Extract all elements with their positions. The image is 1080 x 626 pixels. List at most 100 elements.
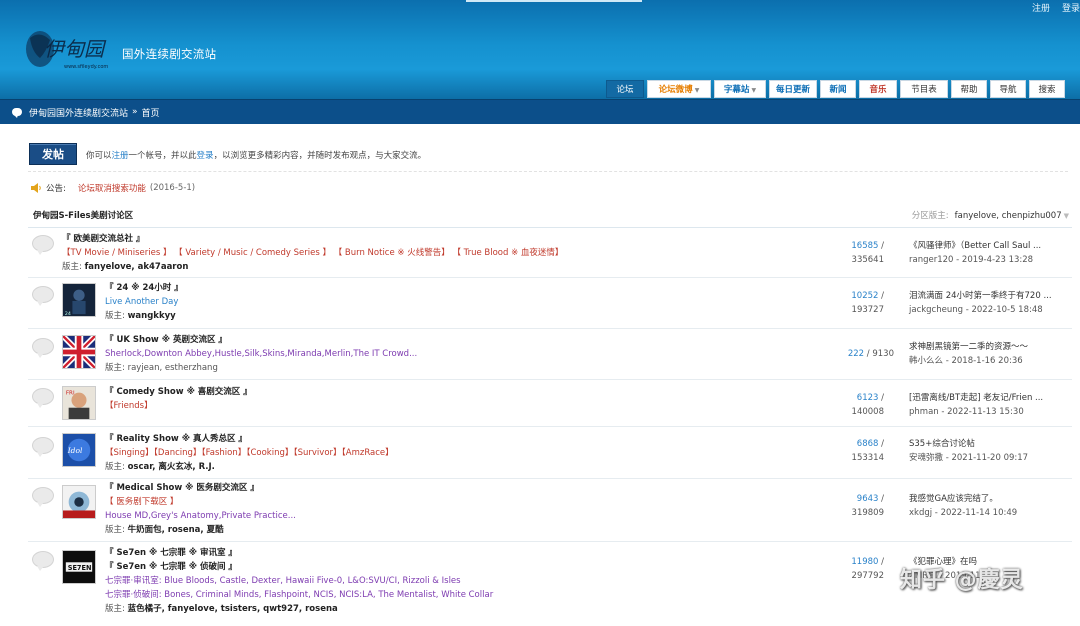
logo-text: 伊甸园 xyxy=(44,37,107,61)
forum-title[interactable]: 『 Comedy Show ※ 喜剧交流区 』 xyxy=(105,385,252,399)
nav-subtitle[interactable]: 字幕站 ▼ xyxy=(714,80,766,98)
chevron-down-icon: ▼ xyxy=(1063,212,1069,220)
forum-thumbnail[interactable] xyxy=(62,335,96,369)
header-top-accent xyxy=(466,0,642,2)
forum-row: 24 『 24 ※ 24小时 』 Live Another Day 版主: wa… xyxy=(28,278,1072,329)
site-header: 注册 登录 伊甸园 www.sfileydy.com 国外连续剧交流站 论坛 论… xyxy=(0,0,1080,99)
forum-last-post[interactable]: 我感觉GA应该完结了。 xkdgj - 2022-11-14 10:49 xyxy=(909,492,1017,520)
forum-last-post[interactable]: 求神剧黑镜第一二季的资源～～ 韩小么么 - 2018-1-16 20:36 xyxy=(909,340,1028,368)
logo-url: www.sfileydy.com xyxy=(64,64,108,70)
forum-title[interactable]: 『 欧美剧交流总社 』 xyxy=(62,232,563,246)
forum-title[interactable]: 『 24 ※ 24小时 』 xyxy=(105,281,183,295)
login-tip: 你可以注册一个帐号，并以此登录，以浏览更多精彩内容，并随时发布观点，与大家交流。 xyxy=(86,151,427,161)
forum-subforums[interactable]: 【 医务剧下载区 】 xyxy=(105,495,296,509)
forum-thumbnail[interactable]: Idol xyxy=(62,433,96,467)
forum-subforums[interactable]: 【TV Movie / Miniseries 】 【 Variety / Mus… xyxy=(62,246,563,260)
register-link-inline[interactable]: 注册 xyxy=(112,151,129,161)
forum-status-icon xyxy=(32,487,54,507)
svg-text:FRI: FRI xyxy=(66,391,75,397)
nav-news[interactable]: 新闻 xyxy=(820,80,856,98)
nav-forum[interactable]: 论坛 xyxy=(606,80,644,98)
forum-stats: 6123 /140008 xyxy=(851,393,884,417)
forum-last-post[interactable]: 泪流满面 24小时第一季终于有720 ... jackgcheung - 2022… xyxy=(909,289,1052,317)
announcement-date: (2016-5-1) xyxy=(149,183,196,193)
forum-row: 『 欧美剧交流总社 』 【TV Movie / Miniseries 】 【 V… xyxy=(28,228,1072,278)
nav-search[interactable]: 搜索 xyxy=(1029,80,1065,98)
forum-stats: 6868 /153314 xyxy=(851,439,884,463)
nav-weibo[interactable]: 论坛微博 ▼ xyxy=(647,80,711,98)
category-name[interactable]: 伊甸园S-Files美剧讨论区 xyxy=(33,209,133,221)
forum-status-icon xyxy=(32,286,54,306)
forum-moderators: 版主: wangkkyy xyxy=(105,311,176,321)
svg-text:24: 24 xyxy=(65,311,71,316)
announcement-title[interactable]: 论坛取消搜索功能 xyxy=(78,182,146,194)
forum-moderators: 版主: 蓝色橘子, fanyelove, tsisters, qwt927, r… xyxy=(105,604,338,614)
forum-title[interactable]: 『 Reality Show ※ 真人秀总区 』 xyxy=(105,432,394,446)
forum-description: 七宗罪·审讯室: Blue Bloods, Castle, Dexter, Ha… xyxy=(105,576,461,586)
forum-thumbnail[interactable]: 24 xyxy=(62,283,96,317)
forum-title[interactable]: 『 UK Show ※ 英剧交流区 』 xyxy=(105,333,417,347)
forum-last-post[interactable]: 《风骚律师》（Better Call Saul ... ranger120 - 2… xyxy=(909,239,1041,267)
breadcrumb-site[interactable]: 伊甸园国外连续剧交流站 xyxy=(29,106,128,119)
breadcrumb: 伊甸园国外连续剧交流站 » 首页 xyxy=(0,99,1080,124)
forum-stats: 11980 /297792 xyxy=(851,557,884,581)
forum-status-icon xyxy=(32,551,54,571)
forum-thumbnail[interactable] xyxy=(62,485,96,519)
svg-text:Idol: Idol xyxy=(67,446,83,455)
top-links: 注册 登录 xyxy=(1032,1,1080,14)
new-post-button[interactable]: 发帖 xyxy=(29,143,77,165)
speaker-icon xyxy=(31,183,41,193)
category-moderators: 分区版主: fanyelove, chenpizhu007 ▼ xyxy=(911,211,1069,221)
breadcrumb-current[interactable]: 首页 xyxy=(142,106,160,119)
login-link-inline[interactable]: 登录 xyxy=(197,151,214,161)
forum-title[interactable]: 『 Se7en ※ 七宗罪 ※ 审讯室 』 xyxy=(105,546,493,560)
forum-title-secondary[interactable]: 『 Se7en ※ 七宗罪 ※ 侦破间 』 xyxy=(105,560,493,574)
forum-status-icon xyxy=(32,338,54,358)
category-header: 伊甸园S-Files美剧讨论区 分区版主: fanyelove, chenpizh… xyxy=(28,204,1072,228)
site-title: 国外连续剧交流站 xyxy=(122,47,217,61)
forum-subforums[interactable]: 【Friends】 xyxy=(105,399,252,413)
home-icon[interactable] xyxy=(12,108,22,118)
announcement: 公告: 论坛取消搜索功能 (2016-5-1) xyxy=(30,182,195,194)
forum-subforums[interactable]: 【Singing】【Dancing】【Fashion】【Cooking】【Sur… xyxy=(105,446,394,460)
forum-status-icon xyxy=(32,388,54,408)
main-nav: 论坛 论坛微博 ▼ 字幕站 ▼ 每日更新 新闻 音乐 节目表 帮助 导航 搜索 xyxy=(606,80,1065,98)
forum-description: House MD,Grey's Anatomy,Private Practice… xyxy=(105,511,296,521)
nav-music[interactable]: 音乐 xyxy=(859,80,897,98)
forum-description-secondary: 七宗罪·侦破间: Bones, Criminal Minds, Flashpoi… xyxy=(105,590,494,600)
forum-last-post[interactable]: S35+综合讨论帖 安魂弥撒 - 2021-11-20 09:17 xyxy=(909,437,1028,465)
forum-moderators: 版主: 牛奶面包, rosena, 夏酷 xyxy=(105,525,224,535)
watermark: 知乎 @慶灵 xyxy=(900,568,1024,593)
forum-description: Live Another Day xyxy=(105,297,179,307)
forum-title[interactable]: 『 Medical Show ※ 医务剧交流区 』 xyxy=(105,481,296,495)
forum-stats: 222 / 9130 xyxy=(847,349,894,359)
forum-thumbnail[interactable]: SE7EN xyxy=(62,550,96,584)
forum-stats: 9643 /319809 xyxy=(851,494,884,518)
forum-description: Sherlock,Downton Abbey,Hustle,Silk,Skins… xyxy=(105,349,418,359)
forum-stats: 16585 /335641 xyxy=(851,241,884,265)
svg-text:SE7EN: SE7EN xyxy=(68,564,92,572)
forum-status-icon xyxy=(32,437,54,457)
forum-row: 『 UK Show ※ 英剧交流区 』 Sherlock,Downton Abb… xyxy=(28,329,1072,380)
forum-moderators: 版主: fanyelove, ak47aaron xyxy=(62,262,189,272)
nav-schedule[interactable]: 节目表 xyxy=(900,80,948,98)
site-logo[interactable]: 伊甸园 www.sfileydy.com xyxy=(24,24,120,74)
nav-help[interactable]: 帮助 xyxy=(951,80,987,98)
forum-thumbnail[interactable]: FRI xyxy=(62,386,96,420)
forum-last-post[interactable]: [迅雷离线/BT走起] 老友记/Frien ... phman - 2022-11… xyxy=(909,391,1043,419)
forum-row: 『 Medical Show ※ 医务剧交流区 』 【 医务剧下载区 】 Hou… xyxy=(28,479,1072,542)
forum-row: Idol 『 Reality Show ※ 真人秀总区 』 【Singing】【… xyxy=(28,427,1072,479)
nav-daily-update[interactable]: 每日更新 xyxy=(769,80,817,98)
register-link[interactable]: 注册 xyxy=(1032,1,1050,14)
forum-stats: 10252 /193727 xyxy=(851,291,884,315)
forum-moderators: 版主: rayjean, estherzhang xyxy=(105,363,218,373)
forum-moderators: 版主: oscar, 离火玄冰, R.J. xyxy=(105,462,215,472)
divider xyxy=(28,171,1068,172)
chevron-down-icon: ▼ xyxy=(751,87,757,94)
login-link[interactable]: 登录 xyxy=(1062,1,1080,14)
breadcrumb-separator: » xyxy=(132,107,138,117)
nav-guide[interactable]: 导航 xyxy=(990,80,1026,98)
forum-status-icon xyxy=(32,235,54,255)
chevron-down-icon: ▼ xyxy=(694,87,700,94)
forum-row: FRI 『 Comedy Show ※ 喜剧交流区 』 【Friends】 61… xyxy=(28,380,1072,427)
